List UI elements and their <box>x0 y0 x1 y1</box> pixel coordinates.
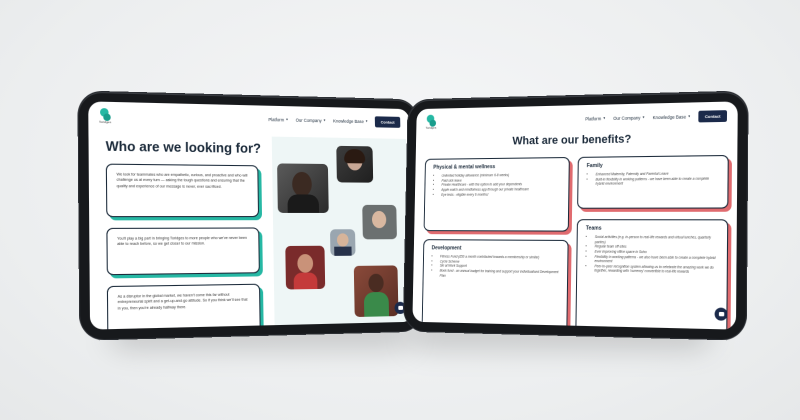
chevron-down-icon: ▾ <box>323 118 326 123</box>
nav-knowledge-base-label: Knowledge Base <box>652 113 687 120</box>
benefit-card-physical: Physical & mental wellness Unlimited hol… <box>423 156 570 232</box>
benefit-heading: Development <box>431 245 462 252</box>
team-photo-4 <box>330 229 356 256</box>
benefit-heading: Family <box>586 162 603 170</box>
contact-button[interactable]: Contact <box>698 109 728 122</box>
mockup-background: Toridges Platform ▾ Our Company ▾ Knowledg… <box>0 0 800 420</box>
benefit-item: Eye tests - eligible every 6 months! <box>441 192 560 197</box>
toridges-logo[interactable]: Toridges <box>99 108 114 125</box>
nav-platform[interactable]: Platform ▾ <box>585 115 606 122</box>
left-tablet: Toridges Platform ▾ Our Company ▾ Knowledg… <box>78 91 423 340</box>
benefit-card-teams: Teams Social activities (e.g. in-person … <box>575 219 729 330</box>
left-navbar: Toridges Platform ▾ Our Company ▾ Knowledg… <box>88 101 410 135</box>
right-navbar: Toridges Platform ▾ Our Company ▾ Knowledg… <box>416 101 738 135</box>
nav-our-company[interactable]: Our Company ▾ <box>613 115 644 121</box>
chevron-down-icon: ▾ <box>688 114 691 119</box>
chat-button[interactable] <box>714 307 728 321</box>
team-photo-3 <box>362 204 397 240</box>
chevron-down-icon: ▾ <box>642 115 645 120</box>
page-title: Who are we looking for? <box>105 137 262 157</box>
chevron-down-icon: ▾ <box>603 115 606 121</box>
nav-knowledge-base-label: Knowledge Base <box>332 117 364 124</box>
benefit-item: Book fund - an annual budget for trainin… <box>440 269 560 280</box>
nav-knowledge-base[interactable]: Knowledge Base ▾ <box>653 114 691 120</box>
team-photo-5 <box>285 245 326 290</box>
toridges-logo[interactable]: Toridges <box>425 114 439 130</box>
info-card-2: You'll play a big part in bringing Torid… <box>106 227 260 276</box>
team-photo-1 <box>277 163 329 213</box>
nav-our-company-label: Our Company <box>295 117 322 123</box>
benefit-card-development: Development Fitness Fund (£50 a month co… <box>421 239 569 330</box>
chat-icon <box>397 305 403 310</box>
info-card-1: We look for teammates who are empathetic… <box>105 163 260 218</box>
benefit-heading: Teams <box>585 225 602 232</box>
nav-platform-label: Platform <box>585 115 602 122</box>
nav-our-company[interactable]: Our Company ▾ <box>296 117 326 123</box>
benefit-card-family: Family Enhanced Maternity, Paternity and… <box>577 154 729 209</box>
chat-icon <box>718 311 724 317</box>
chevron-down-icon: ▾ <box>286 117 288 122</box>
nav-platform-label: Platform <box>268 116 285 122</box>
logo-text: Toridges <box>99 119 112 125</box>
benefit-item: Built-in flexibility in working patterns… <box>596 176 720 187</box>
right-tablet: Toridges Platform ▾ Our Company ▾ Knowledg… <box>403 91 748 340</box>
logo-text: Toridges <box>425 125 437 130</box>
nav-our-company-label: Our Company <box>613 114 641 121</box>
info-card-3: As a disruptor in the global market, we … <box>106 283 261 330</box>
right-tablet-screen: Toridges Platform ▾ Our Company ▾ Knowledg… <box>412 101 738 330</box>
left-tablet-screen: Toridges Platform ▾ Our Company ▾ Knowledg… <box>88 101 414 330</box>
benefit-item: Peer-to-peer recognition system allowing… <box>594 264 718 275</box>
team-photo-6 <box>353 265 399 318</box>
team-photo-2 <box>336 145 374 183</box>
nav-platform[interactable]: Platform ▾ <box>268 116 288 122</box>
benefit-heading: Physical & mental wellness <box>433 164 496 171</box>
contact-button[interactable]: Contact <box>374 115 401 128</box>
chevron-down-icon: ▾ <box>365 119 368 124</box>
nav-knowledge-base[interactable]: Knowledge Base ▾ <box>333 118 367 124</box>
